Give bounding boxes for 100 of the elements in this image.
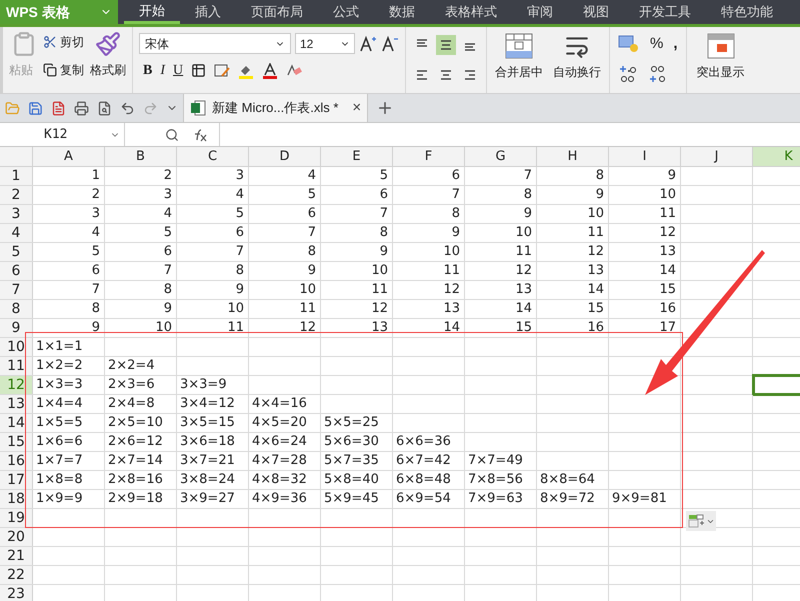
table-cell-text: 10	[371, 262, 388, 280]
row-header[interactable]: 13	[0, 395, 33, 413]
ribbon-tab[interactable]: 视图	[568, 0, 624, 24]
table-cell-text: 15	[587, 300, 604, 318]
print-preview-icon[interactable]	[97, 100, 112, 116]
table-cell-text: 2×9=18	[108, 490, 163, 508]
spreadsheet-file-icon	[190, 100, 206, 116]
table-cell-text: 6	[380, 186, 388, 204]
column-header[interactable]: K	[753, 147, 800, 166]
ribbon-tab[interactable]: 公式	[318, 0, 374, 24]
name-box-value: K12	[44, 126, 68, 144]
merge-cells-icon	[505, 33, 533, 59]
row-header[interactable]: 21	[0, 547, 33, 565]
column-header[interactable]: E	[321, 147, 393, 166]
column-header[interactable]: D	[249, 147, 321, 166]
cell-style-icon	[214, 64, 230, 78]
underline-button[interactable]: U	[173, 60, 184, 81]
table-cell-text: 6×6=36	[396, 433, 451, 452]
document-tab[interactable]: 新建 Micro...作表.xls * ×	[183, 94, 368, 122]
percent-button[interactable]: %	[650, 33, 664, 56]
font-color-icon	[262, 62, 278, 78]
table-cell-text: 7	[452, 186, 460, 204]
table-cell-text: 5×8=40	[324, 471, 379, 490]
close-tab-button[interactable]: ×	[352, 96, 362, 120]
save-icon[interactable]	[28, 100, 43, 116]
row-header[interactable]: 23	[0, 585, 33, 601]
comma-button[interactable]: ,	[673, 33, 678, 56]
ribbon-tab[interactable]: 审阅	[512, 0, 568, 24]
ribbon-tab[interactable]: 特色功能	[706, 0, 788, 24]
italic-button[interactable]: I	[160, 60, 166, 81]
column-header[interactable]: I	[609, 147, 681, 166]
table-cell-text: 9	[668, 167, 676, 186]
row-header[interactable]: 17	[0, 471, 33, 489]
merge-center-button[interactable]: 合并居中	[495, 63, 543, 81]
bold-button[interactable]: B	[143, 60, 152, 81]
font-size-dropdown[interactable]: 12	[295, 33, 355, 54]
row-header[interactable]: 3	[0, 205, 33, 223]
paste-options-button[interactable]	[686, 511, 716, 531]
row-header[interactable]: 12	[0, 376, 33, 394]
row-header[interactable]: 8	[0, 300, 33, 318]
row-header[interactable]: 9	[0, 319, 33, 337]
column-header[interactable]: H	[537, 147, 609, 166]
name-box[interactable]: K12	[0, 123, 125, 146]
row-header[interactable]: 14	[0, 414, 33, 432]
table-cell-text: 1×6=6	[36, 433, 83, 452]
table-cell-text: 6×9=54	[396, 490, 451, 508]
highlight-button[interactable]: 突出显示	[696, 63, 745, 81]
middle-align-button[interactable]	[436, 35, 456, 55]
row-header[interactable]: 1	[0, 167, 33, 185]
cut-button[interactable]: 剪切	[43, 33, 84, 51]
ribbon-tab[interactable]: 开始	[124, 0, 180, 24]
column-header[interactable]: A	[33, 147, 105, 166]
column-header[interactable]: C	[177, 147, 249, 166]
row-header[interactable]: 18	[0, 490, 33, 508]
table-cell-text: 3×4=12	[180, 395, 235, 414]
row-header[interactable]: 20	[0, 528, 33, 546]
table-cell-text: 16	[659, 300, 676, 318]
column-header[interactable]: F	[393, 147, 465, 166]
row-header[interactable]: 22	[0, 566, 33, 584]
ribbon-tab[interactable]: 页面布局	[236, 0, 318, 24]
table-cell-text: 10	[515, 224, 532, 242]
column-header[interactable]: G	[465, 147, 537, 166]
ribbon-tab[interactable]: 数据	[374, 0, 430, 24]
font-name-dropdown[interactable]: 宋体	[139, 33, 291, 54]
wrap-text-button[interactable]: 自动换行	[553, 63, 601, 81]
row-header[interactable]: 5	[0, 243, 33, 261]
table-cell-text: 1×2=2	[36, 357, 83, 376]
ribbon-tab[interactable]: 表格样式	[430, 0, 512, 24]
row-header[interactable]: 10	[0, 338, 33, 356]
table-cell-text: 5×6=30	[324, 433, 379, 452]
undo-icon[interactable]	[120, 100, 135, 116]
search-icon[interactable]	[165, 128, 179, 142]
row-header[interactable]: 4	[0, 224, 33, 242]
table-cell-text: 9	[524, 205, 532, 224]
row-header[interactable]: 16	[0, 452, 33, 470]
row-header[interactable]: 15	[0, 433, 33, 451]
table-cell-text: 14	[659, 262, 676, 280]
row-header[interactable]: 11	[0, 357, 33, 375]
table-cell-text: 14	[443, 319, 460, 338]
row-header[interactable]: 7	[0, 281, 33, 299]
ribbon-tab[interactable]: 插入	[180, 0, 236, 24]
row-header[interactable]: 6	[0, 262, 33, 280]
pdf-icon[interactable]	[51, 100, 66, 116]
table-cell-text: 9	[92, 319, 100, 338]
table-cell-text: 9×9=81	[612, 490, 667, 508]
format-painter-button[interactable]: 格式刷	[90, 61, 126, 79]
table-cell-text: 11	[371, 281, 388, 300]
conditional-format-icon	[706, 33, 735, 59]
row-header[interactable]: 19	[0, 509, 33, 527]
table-cell-text: 4×7=28	[252, 452, 307, 470]
row-header[interactable]: 2	[0, 186, 33, 204]
table-cell-text: 2×7=14	[108, 452, 163, 470]
print-icon[interactable]	[74, 100, 89, 116]
copy-button[interactable]: 复制	[43, 61, 84, 79]
table-cell-text: 8	[308, 243, 316, 262]
column-header[interactable]: B	[105, 147, 177, 166]
table-cell-text: 11	[587, 224, 604, 242]
table-cell-text: 4	[236, 186, 244, 204]
ribbon-tab[interactable]: 开发工具	[624, 0, 706, 24]
table-cell-text: 2×8=16	[108, 471, 163, 490]
